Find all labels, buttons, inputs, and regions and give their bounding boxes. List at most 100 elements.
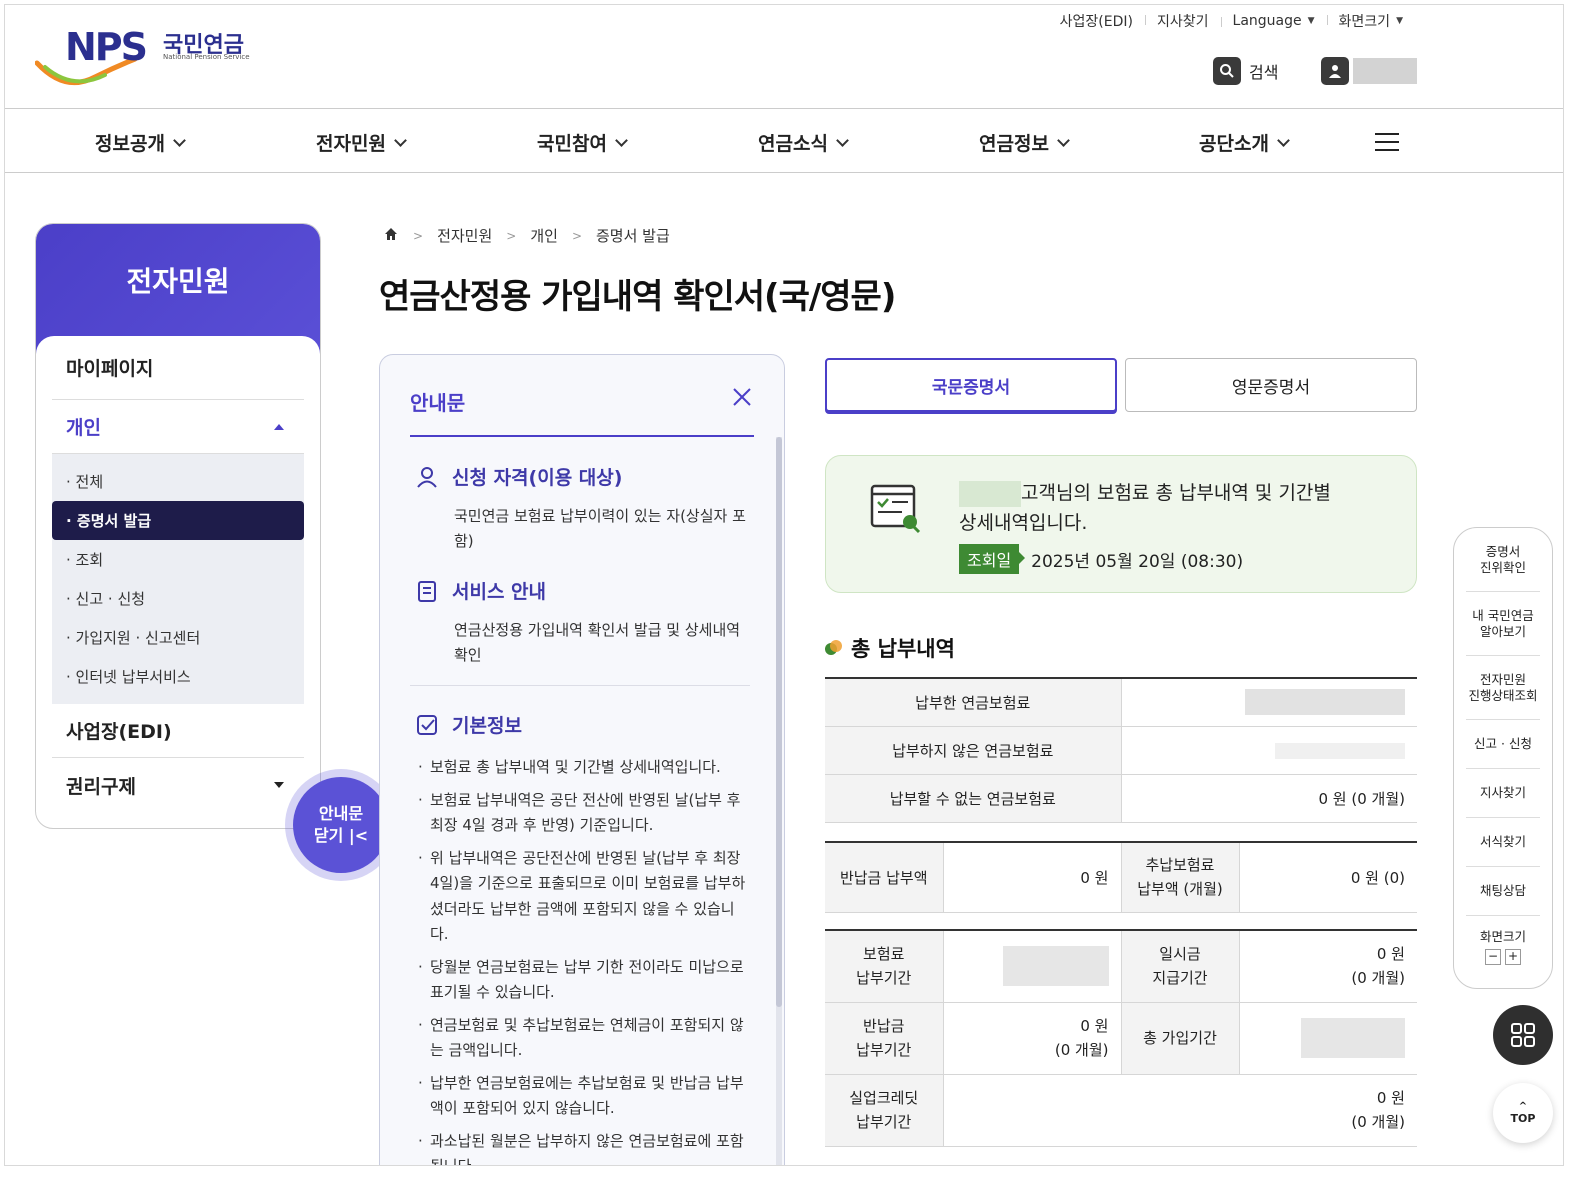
breadcrumb-item[interactable]: 전자민원 (437, 225, 492, 246)
gnb-item-e-civil[interactable]: 전자민원 (316, 129, 407, 156)
checkbox-icon (417, 714, 437, 735)
caret-down-icon (274, 782, 284, 788)
chevron-down-icon (173, 133, 186, 147)
home-icon[interactable] (383, 226, 399, 246)
scroll-top-button[interactable]: ^ TOP (1493, 1083, 1553, 1143)
zoom-out-button[interactable]: − (1485, 949, 1501, 965)
submenu-item-certificate[interactable]: · 증명서 발급 (52, 501, 304, 540)
table-row: 보험료 납부기간 일시금 지급기간 0 원 (0 개월) (825, 929, 1417, 1003)
side-nav: 전자민원 마이페이지 개인 · 전체 · 증명서 발급 · 조회 · 신고 · … (35, 223, 321, 829)
breadcrumb-sep: > (506, 228, 517, 243)
quick-label: 진위확인 (1479, 559, 1526, 575)
side-nav-body: 마이페이지 개인 · 전체 · 증명서 발급 · 조회 · 신고 · 신청 · … (36, 336, 320, 812)
side-nav-item-mypage[interactable]: 마이페이지 (52, 336, 304, 400)
app-menu-button[interactable] (1493, 1005, 1553, 1065)
util-zoom-dropdown[interactable]: 화면크기 ▼ (1326, 11, 1415, 31)
quick-label: 증명서 (1485, 543, 1521, 559)
guide-section-service: 서비스 안내 연금산정용 가입내역 확인서 발급 및 상세내역 확인 (414, 577, 754, 668)
util-language-dropdown[interactable]: Language ▼ (1220, 13, 1327, 29)
guide-section-heading: 신청 자격(이용 대상) (452, 467, 623, 489)
quick-item-verify[interactable]: 증명서 진위확인 (1466, 528, 1540, 592)
chevron-down-icon (1277, 133, 1290, 147)
quick-label: 내 국민연금 (1472, 607, 1534, 623)
table-row: 실업크레딧 납부기간 0 원 (0 개월) (825, 1074, 1417, 1147)
header-line: 추납보험료 (1145, 856, 1215, 875)
page-title: 연금산정용 가입내역 확인서(국/영문) (379, 277, 896, 317)
header-line: 납부기간 (856, 1041, 912, 1059)
gnb-label: 연금정보 (979, 133, 1049, 155)
section-title-text: 총 납부내역 (851, 637, 955, 661)
gnb-item-news[interactable]: 연금소식 (758, 129, 849, 156)
quick-item-chat[interactable]: 채팅상담 (1466, 867, 1540, 916)
submenu-item-report[interactable]: · 신고 · 신청 (52, 579, 304, 618)
inquiry-date: 조회일 2025년 05월 20일 (08:30) (959, 544, 1243, 574)
guide-close-toggle[interactable]: 안내문 닫기 |< (293, 777, 389, 873)
submenu-item-inquiry[interactable]: · 조회 (52, 540, 304, 579)
side-nav-item-rights-relief[interactable]: 권리구제 (52, 758, 304, 812)
table-value-cell: 0 원 (943, 841, 1122, 913)
guide-toggle-line1: 안내문 (318, 804, 364, 823)
guide-note: 과소납된 월분은 납부하지 않은 연금보험료에 포함됩니다. (418, 1129, 748, 1166)
quick-menu: 증명서 진위확인 내 국민연금 알아보기 전자민원 진행상태조회 신고 · 신청 지사… (1453, 527, 1553, 989)
table-value-cell: 0 원 (0 개월) (1239, 929, 1417, 1003)
chevron-up-icon: ^ (1518, 1101, 1528, 1112)
table-header-cell: 총 가입기간 (1121, 1002, 1240, 1075)
guide-section-head: 신청 자격(이용 대상) (414, 463, 754, 490)
table-row: 납부한 연금보험료 (825, 677, 1417, 727)
inquiry-date-value: 2025년 05월 20일 (08:30) (1031, 551, 1244, 572)
table-row: 납부하지 않은 연금보험료 (825, 726, 1417, 775)
util-branch-link[interactable]: 지사찾기 (1145, 11, 1221, 31)
submenu-item-internet-payment[interactable]: · 인터넷 납부서비스 (52, 657, 304, 696)
zoom-in-button[interactable]: + (1505, 949, 1521, 965)
logo-english: National Pension Service (163, 53, 250, 61)
gnb-item-pension-info[interactable]: 연금정보 (979, 129, 1070, 156)
util-edi-link[interactable]: 사업장(EDI) (1048, 11, 1145, 31)
gnb-item-about[interactable]: 공단소개 (1199, 129, 1290, 156)
guide-section-heading: 서비스 안내 (452, 581, 547, 603)
quick-item-branch[interactable]: 지사찾기 (1466, 769, 1540, 818)
quick-item-report[interactable]: 신고 · 신청 (1466, 720, 1540, 769)
search-button[interactable]: 검색 (1213, 57, 1278, 85)
side-nav-item-personal[interactable]: 개인 (52, 400, 304, 454)
breadcrumb-item[interactable]: 증명서 발급 (596, 225, 670, 246)
guide-section-divider (410, 685, 750, 686)
side-nav-submenu: · 전체 · 증명서 발급 · 조회 · 신고 · 신청 · 가입지원 · 신고… (52, 454, 304, 704)
nps-logo[interactable]: NPS 국민연금 National Pension Service (35, 25, 275, 91)
gnb-label: 전자민원 (316, 133, 386, 155)
scrollbar-thumb[interactable] (776, 437, 782, 1007)
tab-korean-certificate[interactable]: 국문증명서 (825, 358, 1117, 412)
breadcrumb-item[interactable]: 개인 (530, 225, 558, 246)
value-line: (0 개월) (1054, 1041, 1109, 1059)
submenu-item-all[interactable]: · 전체 (52, 462, 304, 501)
breadcrumb: > 전자민원 > 개인 > 증명서 발급 (383, 225, 670, 246)
submenu-item-support-center[interactable]: · 가입지원 · 신고센터 (52, 618, 304, 657)
hamburger-menu-icon[interactable] (1375, 133, 1399, 151)
side-nav-item-edi[interactable]: 사업장(EDI) (52, 704, 304, 758)
info-message-line1: 고객님의 보험료 총 납부내역 및 기간별 (1021, 482, 1331, 504)
side-nav-title: 전자민원 (36, 224, 320, 354)
table-row: 납부할 수 없는 연금보험료 0 원 (0 개월) (825, 774, 1417, 823)
quick-item-my-pension[interactable]: 내 국민연금 알아보기 (1466, 592, 1540, 656)
quick-item-status[interactable]: 전자민원 진행상태조회 (1466, 656, 1540, 720)
gnb-item-info-disclosure[interactable]: 정보공개 (95, 129, 186, 156)
value-line: 0 원 (1080, 1017, 1109, 1035)
table-row: 반납금 납부액 0 원 추납보험료 납부액 (개월) 0 원 (0) (825, 841, 1417, 913)
gnb-item-participation[interactable]: 국민참여 (537, 129, 628, 156)
document-check-icon (870, 484, 921, 534)
util-label: Language (1232, 13, 1302, 29)
caret-down-icon: ▼ (1396, 16, 1403, 26)
gnb-label: 정보공개 (95, 133, 165, 155)
header-line: 납부액 (개월) (1137, 880, 1223, 899)
chevron-down-icon (394, 133, 407, 147)
tab-english-certificate[interactable]: 영문증명서 (1125, 358, 1417, 412)
table-value-cell: 0 원 (0 개월) (1121, 774, 1417, 823)
guide-notes-list: 보험료 총 납부내역 및 기간별 상세내역입니다. 보험료 납부내역은 공단 전… (418, 755, 748, 1166)
caret-down-icon: ▼ (1307, 16, 1315, 26)
user-button[interactable] (1321, 57, 1417, 85)
header-line: 지급기간 (1152, 969, 1208, 988)
guide-note: 연금보험료 및 추납보험료는 연체금이 포함되지 않는 금액입니다. (418, 1013, 748, 1064)
quick-item-forms[interactable]: 서식찾기 (1466, 818, 1540, 867)
inquiry-date-badge: 조회일 (959, 544, 1026, 574)
close-icon[interactable] (730, 385, 754, 409)
table-value-cell: 0 원 (0 개월) (943, 1074, 1417, 1147)
